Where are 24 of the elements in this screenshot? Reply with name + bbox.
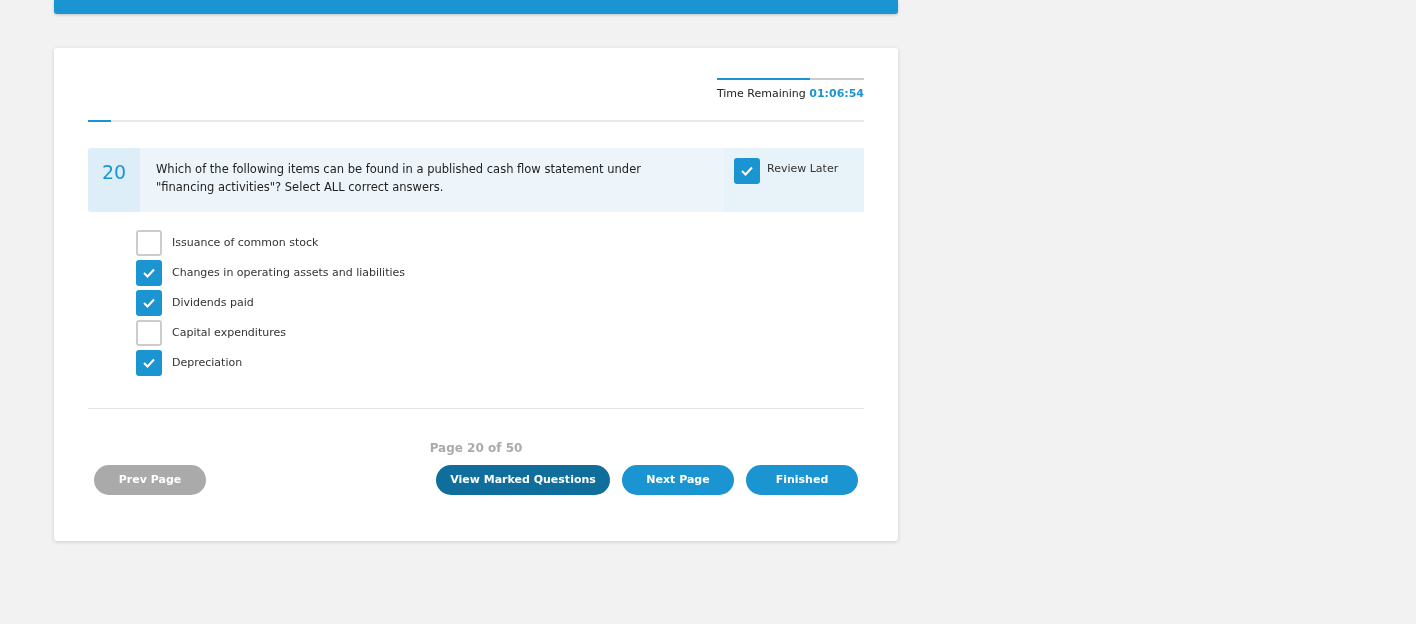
checkbox[interactable] [136, 260, 162, 286]
checkmark-icon [142, 267, 156, 279]
checkmark-icon [142, 297, 156, 309]
checkbox[interactable] [734, 158, 760, 184]
marked-questions-button[interactable]: View Marked Questions [436, 465, 610, 495]
prev-page-button[interactable]: Prev Page [94, 465, 206, 495]
question-number: 20 [88, 148, 140, 212]
checkbox[interactable] [136, 290, 162, 316]
page-indicator: Page 20 of 50 [428, 440, 524, 457]
question-text: Which of the following items can be found in a published cash flow statement under "financing activities"? Select ALL correct answers. [155, 161, 642, 196]
checkbox[interactable] [136, 230, 162, 256]
nav-button[interactable]: Finished [746, 465, 858, 495]
checkbox[interactable] [136, 320, 162, 346]
answer-label: Dividends paid [172, 294, 254, 311]
nav-button[interactable]: Next Page [622, 465, 734, 495]
time-remaining-text: Time Remaining 01:06:54 [716, 86, 864, 102]
checkmark-icon [142, 357, 156, 369]
checkmark-icon [740, 165, 754, 177]
answer-label: Depreciation [172, 354, 243, 371]
checkbox[interactable] [136, 350, 162, 376]
answer-label: Changes in operating assets and liabilities [172, 264, 405, 281]
review-later-label: Review Later [767, 161, 839, 177]
answer-label: Capital expenditures [172, 324, 286, 341]
answer-label: Issuance of common stock [172, 234, 319, 251]
